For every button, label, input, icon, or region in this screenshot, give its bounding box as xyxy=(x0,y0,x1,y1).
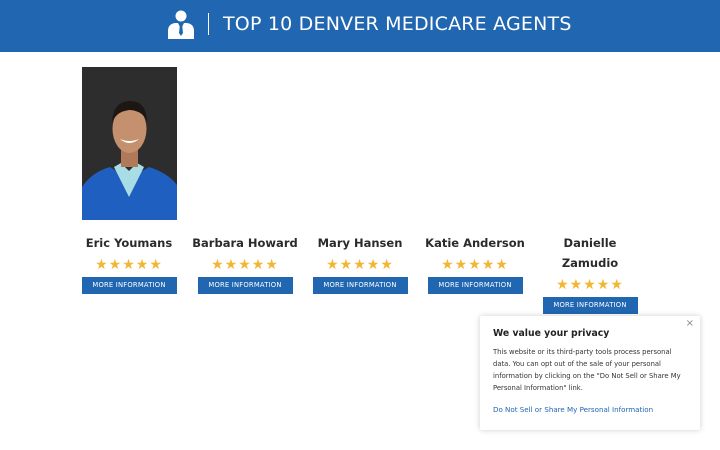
agent-card-4: Katie Anderson ★★★★★ MORE INFORMATION xyxy=(410,233,540,294)
more-information-button[interactable]: MORE INFORMATION xyxy=(427,277,523,294)
agent-card-1: Eric Youmans ★★★★★ MORE INFORMATION xyxy=(64,233,194,294)
star-rating: ★★★★★ xyxy=(556,277,624,293)
page-title: TOP 10 DENVER MEDICARE AGENTS xyxy=(223,13,572,35)
agent-name[interactable]: Barbara Howard xyxy=(180,233,310,253)
agent-name[interactable]: Danielle Zamudio xyxy=(540,233,640,273)
privacy-title: We value your privacy xyxy=(493,328,610,339)
agent-name[interactable]: Katie Anderson xyxy=(410,233,540,253)
agent-card-5: Danielle Zamudio ★★★★★ MORE INFORMATION xyxy=(525,233,655,314)
more-information-button[interactable]: MORE INFORMATION xyxy=(81,277,177,294)
page-header: TOP 10 DENVER MEDICARE AGENTS xyxy=(0,0,720,52)
star-rating: ★★★★★ xyxy=(326,257,394,273)
do-not-sell-link[interactable]: Do Not Sell or Share My Personal Informa… xyxy=(493,405,653,414)
agent-photo[interactable] xyxy=(82,67,177,220)
agent-person-icon xyxy=(168,10,194,39)
star-rating: ★★★★★ xyxy=(441,257,509,273)
agent-card-2: Barbara Howard ★★★★★ MORE INFORMATION xyxy=(180,233,310,294)
privacy-notice: × We value your privacy This website or … xyxy=(480,316,700,430)
star-rating: ★★★★★ xyxy=(95,257,163,273)
more-information-button[interactable]: MORE INFORMATION xyxy=(312,277,408,294)
close-icon[interactable]: × xyxy=(686,318,694,329)
agent-card-3: Mary Hansen ★★★★★ MORE INFORMATION xyxy=(295,233,425,294)
agent-name[interactable]: Eric Youmans xyxy=(64,233,194,253)
star-rating: ★★★★★ xyxy=(211,257,279,273)
agent-name[interactable]: Mary Hansen xyxy=(295,233,425,253)
more-information-button[interactable]: MORE INFORMATION xyxy=(197,277,293,294)
privacy-text: This website or its third-party tools pr… xyxy=(493,348,681,392)
header-divider xyxy=(208,13,209,35)
more-information-button[interactable]: MORE INFORMATION xyxy=(542,297,638,314)
